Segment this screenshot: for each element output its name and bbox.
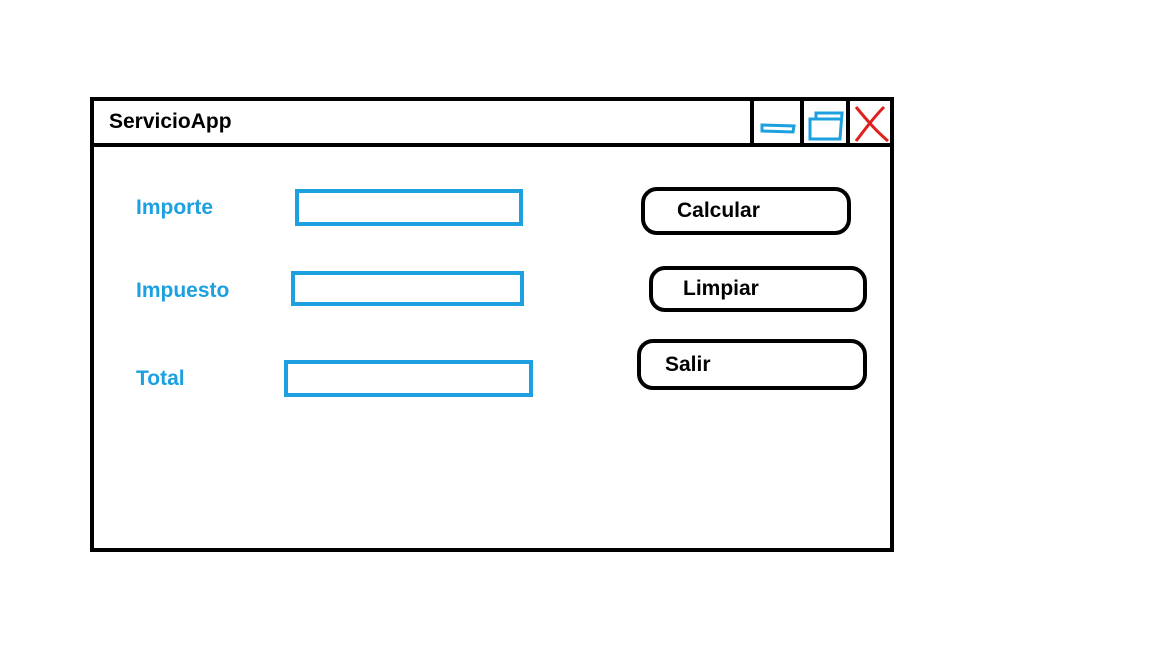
- impuesto-input[interactable]: [291, 271, 524, 306]
- clear-button[interactable]: Limpiar: [649, 266, 867, 312]
- importe-input[interactable]: [295, 189, 523, 226]
- impuesto-label: Impuesto: [136, 279, 230, 302]
- close-icon: [854, 105, 889, 143]
- calculate-button[interactable]: Calcular: [641, 187, 851, 235]
- total-label: Total: [136, 367, 185, 390]
- exit-button[interactable]: Salir: [637, 339, 867, 390]
- app-window: ServicioApp Importe Impuesto Total Calcu…: [90, 97, 894, 552]
- minimize-button[interactable]: [750, 101, 800, 143]
- title-bar[interactable]: ServicioApp: [94, 101, 890, 147]
- total-input[interactable]: [284, 360, 533, 397]
- window-title: ServicioApp: [109, 110, 232, 133]
- close-button[interactable]: [846, 101, 896, 143]
- maximize-button[interactable]: [800, 101, 850, 143]
- maximize-icon: [808, 111, 844, 141]
- minimize-icon: [760, 123, 796, 134]
- importe-label: Importe: [136, 196, 214, 219]
